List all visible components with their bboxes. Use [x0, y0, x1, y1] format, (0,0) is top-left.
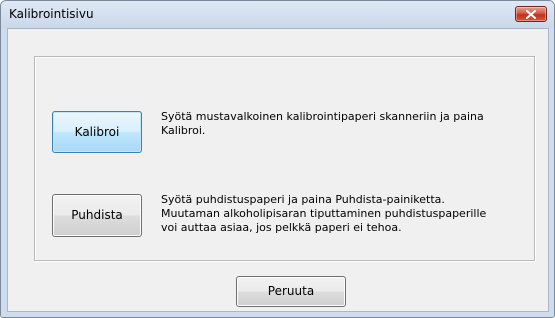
cancel-button[interactable]: Peruuta [236, 276, 346, 307]
cancel-button-label: Peruuta [267, 284, 315, 298]
close-button[interactable] [515, 6, 547, 22]
calibrate-description: Syötä mustavalkoinen kalibrointipaperi s… [161, 110, 484, 137]
title-bar[interactable]: Kalibrointisivu [1, 1, 554, 28]
calibrate-button[interactable]: Kalibroi [52, 111, 142, 153]
clean-button-label: Puhdista [71, 208, 123, 222]
dialog-content: Kalibroi Syötä mustavalkoinen kalibroint… [7, 28, 549, 312]
clean-description: Syötä puhdistuspaperi ja paina Puhdista-… [161, 193, 487, 234]
calibrate-button-label: Kalibroi [74, 125, 120, 139]
clean-button[interactable]: Puhdista [52, 194, 142, 237]
window-title: Kalibrointisivu [9, 7, 94, 21]
calibration-group-box: Kalibroi Syötä mustavalkoinen kalibroint… [34, 56, 535, 261]
close-icon [526, 10, 536, 19]
dialog-window: Kalibrointisivu Kalibroi Syötä mustavalk… [0, 0, 555, 318]
